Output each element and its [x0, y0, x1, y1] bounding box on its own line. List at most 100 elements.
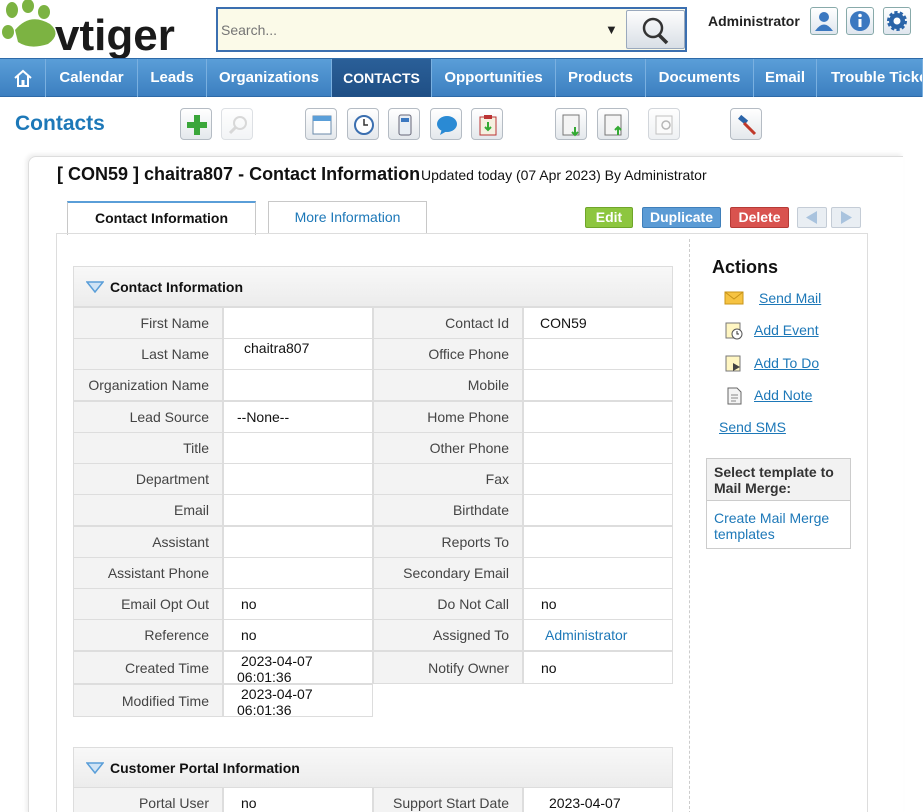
field-value-mobile[interactable] [523, 369, 673, 401]
field-value-email-opt-out[interactable]: no [223, 588, 373, 620]
field-label-support-start-date: Support Start Date [373, 787, 523, 812]
user-name[interactable]: Administrator [708, 13, 800, 29]
search-icon [642, 17, 669, 45]
vtiger-logo[interactable]: vtiger [0, 0, 210, 60]
field-value-fax[interactable] [523, 463, 673, 495]
note-icon [727, 387, 742, 405]
add-to-do-link[interactable]: Add To Do [754, 355, 819, 371]
clipboard-button[interactable] [471, 108, 503, 140]
field-value-secondary-email[interactable] [523, 557, 673, 589]
field-label-modified-time: Modified Time [73, 684, 223, 717]
collapse-triangle-icon[interactable] [86, 762, 104, 774]
previous-record-button[interactable] [797, 207, 827, 228]
module-title[interactable]: Contacts [15, 112, 105, 136]
action-send-mail[interactable]: Send Mail [724, 289, 821, 309]
field-value-contact-id: CON59 [523, 307, 673, 339]
field-value-birthdate[interactable] [523, 494, 673, 526]
field-value-assigned-to[interactable]: Administrator [523, 619, 673, 651]
paw-icon: vtiger [2, 0, 175, 60]
tab-more-information[interactable]: More Information [268, 201, 427, 234]
field-label-contact-id: Contact Id [373, 307, 523, 339]
action-add-event[interactable]: Add Event [724, 321, 819, 341]
search-button[interactable] [626, 10, 685, 49]
next-record-button[interactable] [831, 207, 861, 228]
field-value-last-name[interactable]: chaitra807 [223, 338, 373, 370]
search-records-button[interactable] [221, 108, 253, 140]
field-value-do-not-call[interactable]: no [523, 588, 673, 620]
action-add-note[interactable]: Add Note [724, 386, 812, 406]
field-value-title[interactable] [223, 432, 373, 464]
add-note-link[interactable]: Add Note [754, 387, 812, 403]
collapse-triangle-icon[interactable] [86, 281, 104, 293]
nav-email[interactable]: Email [754, 59, 817, 97]
nav-contacts[interactable]: CONTACTS [332, 59, 432, 97]
field-value-assistant[interactable] [223, 526, 373, 558]
field-label-first-name: First Name [73, 307, 223, 339]
actions-title: Actions [712, 257, 779, 277]
field-value-other-phone[interactable] [523, 432, 673, 464]
field-label-assigned-to: Assigned To [373, 619, 523, 651]
settings-button[interactable] [883, 7, 911, 35]
field-label-reference: Reference [73, 619, 223, 651]
field-value-first-name[interactable] [223, 307, 373, 339]
settings-tools-button[interactable] [730, 108, 762, 140]
export-button[interactable] [597, 108, 629, 140]
edit-button[interactable]: Edit [585, 207, 633, 228]
customer-portal-block-header[interactable]: Customer Portal Information [73, 747, 673, 788]
field-value-office-phone[interactable] [523, 338, 673, 370]
contact-information-block-header[interactable]: Contact Information [73, 266, 673, 307]
create-button[interactable] [180, 108, 212, 140]
action-add-to-do[interactable]: Add To Do [724, 354, 819, 374]
nav-opportunities[interactable]: Opportunities [432, 59, 556, 97]
user-profile-button[interactable] [810, 7, 838, 35]
create-mail-merge-templates-link[interactable]: Create Mail Merge templates [714, 510, 844, 542]
add-event-link[interactable]: Add Event [754, 322, 819, 338]
field-value-notify-owner[interactable]: no [523, 651, 673, 684]
calendar-button[interactable] [305, 108, 337, 140]
tab-contact-information[interactable]: Contact Information [67, 201, 256, 235]
field-label-last-name: Last Name [73, 338, 223, 370]
nav-leads[interactable]: Leads [138, 59, 207, 97]
send-mail-link[interactable]: Send Mail [759, 290, 821, 306]
field-value-email[interactable] [223, 494, 373, 526]
field-label-email: Email [73, 494, 223, 526]
field-value-organization-name[interactable] [223, 369, 373, 401]
field-value-assistant-phone[interactable] [223, 557, 373, 589]
nav-products[interactable]: Products [556, 59, 646, 97]
field-label-office-phone: Office Phone [373, 338, 523, 370]
field-value-reports-to[interactable] [523, 526, 673, 558]
field-value-reference[interactable]: no [223, 619, 373, 651]
nav-documents[interactable]: Documents [646, 59, 754, 97]
modified-clock: 06:01:36 [237, 702, 292, 718]
field-value-portal-user[interactable]: no [223, 787, 373, 812]
send-sms-link[interactable]: Send SMS [719, 419, 786, 435]
nav-home[interactable] [0, 59, 46, 97]
add-todo-icon [725, 355, 741, 372]
import-button[interactable] [555, 108, 587, 140]
created-clock: 06:01:36 [237, 669, 292, 685]
field-value-home-phone[interactable] [523, 401, 673, 433]
search-input[interactable] [221, 15, 601, 45]
field-label-fax: Fax [373, 463, 523, 495]
duplicate-button[interactable]: Duplicate [642, 207, 721, 228]
chat-button[interactable] [430, 108, 462, 140]
nav-trouble-tickets[interactable]: Trouble Tickets [817, 59, 923, 97]
delete-button[interactable]: Delete [730, 207, 789, 228]
find-duplicates-button[interactable] [648, 108, 680, 140]
field-value-department[interactable] [223, 463, 373, 495]
created-date: 2023-04-07 [241, 653, 313, 669]
field-label-birthdate: Birthdate [373, 494, 523, 526]
hammer-icon [738, 114, 757, 136]
field-value-created-time: 2023-04-07 06:01:36 [223, 651, 373, 685]
nav-organizations[interactable]: Organizations [207, 59, 332, 97]
field-value-lead-source[interactable]: --None-- [223, 401, 373, 433]
mail-merge-title: Select template to Mail Merge: [707, 459, 850, 501]
nav-calendar[interactable]: Calendar [46, 59, 138, 97]
search-dropdown-caret-icon[interactable]: ▼ [605, 22, 618, 37]
clock-button[interactable] [347, 108, 379, 140]
field-label-lead-source: Lead Source [73, 401, 223, 433]
info-icon [850, 11, 870, 31]
field-value-support-start-date[interactable]: 2023-04-07 [523, 787, 673, 812]
info-button[interactable] [846, 7, 874, 35]
calculator-button[interactable] [388, 108, 420, 140]
